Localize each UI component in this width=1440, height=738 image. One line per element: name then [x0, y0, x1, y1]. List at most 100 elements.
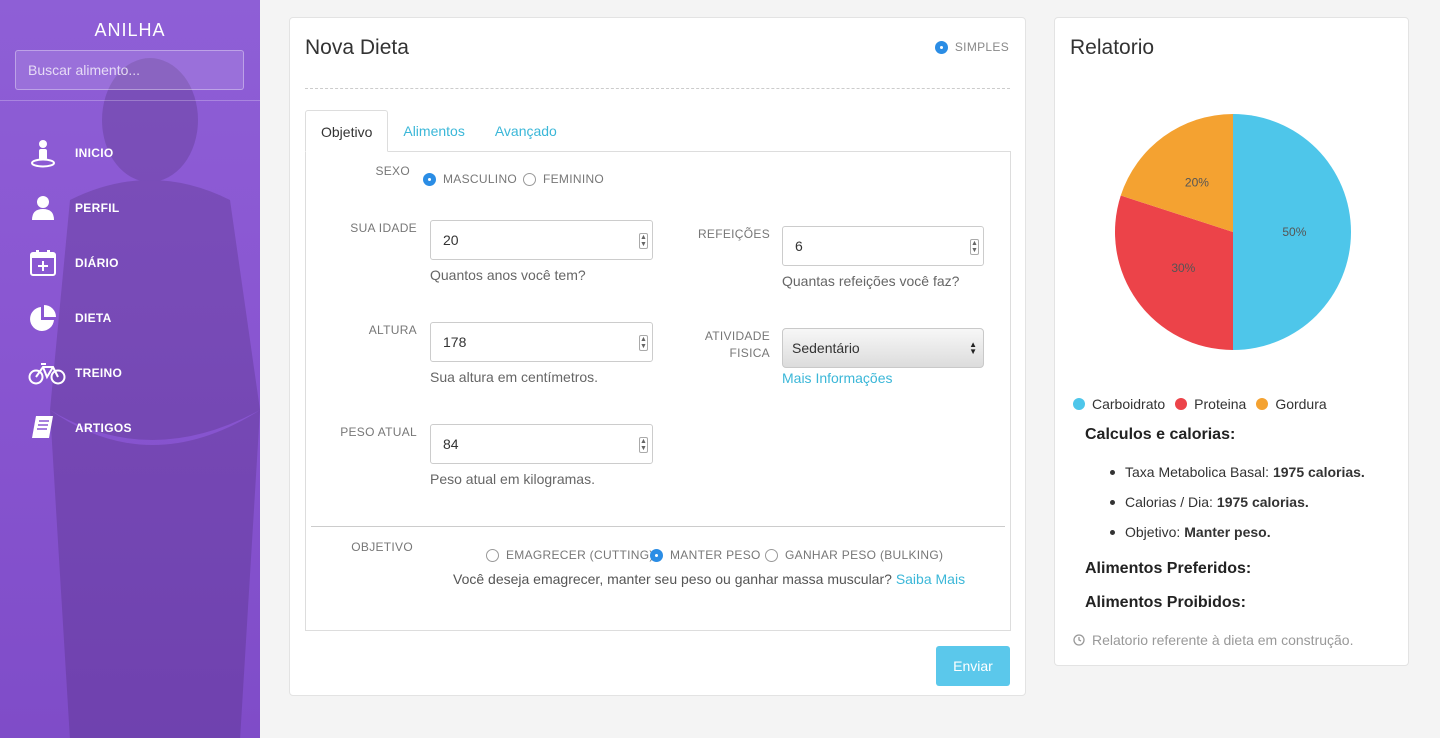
option-label: MASCULINO: [443, 172, 518, 186]
tab-avancado[interactable]: Avançado: [480, 110, 572, 152]
legend-item-proteina: Proteina: [1175, 396, 1246, 412]
sidebar-item-inicio[interactable]: INICIO: [0, 125, 260, 180]
idade-input[interactable]: 20 ▲ ▼: [430, 220, 653, 260]
peso-help: Peso atual em kilogramas.: [430, 471, 595, 487]
search-input[interactable]: [15, 50, 244, 90]
idade-value: 20: [443, 232, 459, 248]
calc-item-calorias-dia: Calorias / Dia: 1975 calorias.: [1110, 494, 1309, 510]
enviar-button[interactable]: Enviar: [936, 646, 1010, 686]
atividade-label-line1: ATIVIDADE: [704, 329, 770, 343]
peso-input[interactable]: 84 ▲ ▼: [430, 424, 653, 464]
calc-item-label: Taxa Metabolica Basal:: [1125, 464, 1269, 480]
peso-value: 84: [443, 436, 459, 452]
calc-item-label: Calorias / Dia:: [1125, 494, 1213, 510]
altura-label: ALTURA: [368, 323, 417, 337]
radio-icon: [423, 172, 436, 186]
pie-label-gordura: 20%: [1185, 175, 1209, 189]
stepper-icon[interactable]: ▲ ▼: [970, 239, 979, 255]
tab-objetivo[interactable]: Objetivo: [305, 110, 389, 152]
legend-label: Gordura: [1275, 396, 1327, 412]
book-icon: [28, 412, 66, 444]
select-caret-icon: ▲ ▼: [969, 340, 977, 356]
sidebar-item-dieta[interactable]: DIETA: [0, 290, 260, 345]
alimentos-proibidos-heading: Alimentos Proibidos:: [1085, 594, 1246, 611]
legend-label: Proteina: [1194, 396, 1247, 412]
sidebar-item-treino[interactable]: TREINO: [0, 345, 260, 400]
chart-legend: Carboidrato Proteina Gordura: [1073, 396, 1329, 412]
atividade-select[interactable]: Sedentário ▲ ▼: [782, 328, 984, 368]
dashed-divider: [305, 88, 1010, 89]
radio-icon: [934, 40, 948, 54]
sexo-masculino-radio[interactable]: MASCULINO: [423, 172, 517, 186]
calc-item-value: 1975 calorias.: [1272, 464, 1365, 480]
refeicoes-help: Quantas refeições você faz?: [782, 273, 960, 289]
objetivo-question: Você deseja emagrecer, manter seu peso o…: [453, 571, 965, 587]
objetivo-manter-radio[interactable]: MANTER PESO: [650, 548, 761, 562]
sidebar-nav: INICIO PERFIL DIÁRIO DIETA TREINO ARTIGO…: [0, 125, 260, 455]
tab-alimentos[interactable]: Alimentos: [388, 110, 479, 152]
user-icon: [28, 192, 66, 224]
option-label: GANHAR PESO (BULKING): [785, 548, 944, 562]
objetivo-question-text: Você deseja emagrecer, manter seu peso o…: [453, 571, 892, 587]
calc-item-objetivo: Objetivo: Manter peso.: [1110, 524, 1271, 540]
radio-icon: [765, 548, 778, 562]
atividade-label-line2: FISICA: [729, 346, 770, 360]
legend-label: Carboidrato: [1092, 396, 1166, 412]
option-label: MANTER PESO: [670, 548, 761, 562]
altura-value: 178: [443, 334, 467, 350]
radio-icon: [486, 548, 499, 562]
sidebar-item-label: DIÁRIO: [75, 255, 119, 270]
sidebar-divider: [0, 100, 260, 101]
idade-help: Quantos anos você tem?: [430, 267, 586, 283]
stepper-icon[interactable]: ▲ ▼: [639, 335, 648, 351]
atividade-label: ATIVIDADE FISICA: [686, 328, 770, 362]
nova-dieta-card: Nova Dieta SIMPLES Objetivo Alimentos Av…: [289, 17, 1026, 696]
relatorio-card: Relatorio 50% 30% 20% Carboidrato Proteina…: [1054, 17, 1409, 666]
sidebar-item-label: DIETA: [75, 310, 112, 325]
saiba-mais-link[interactable]: Saiba Mais: [896, 571, 965, 587]
sidebar-item-diario[interactable]: DIÁRIO: [0, 235, 260, 290]
alimentos-preferidos-heading: Alimentos Preferidos:: [1085, 560, 1252, 577]
calculos-heading: Calculos e calorias:: [1085, 426, 1236, 443]
card-title: Nova Dieta: [305, 36, 409, 59]
calc-item-value: 1975 calorias.: [1216, 494, 1309, 510]
pie-chart-icon: [28, 302, 66, 334]
tab-pane-objetivo: SEXO MASCULINO FEMININO SUA IDADE 20 ▲ ▼ …: [305, 151, 1011, 631]
section-divider: [311, 526, 1005, 527]
idade-label: SUA IDADE: [350, 221, 417, 235]
objetivo-emagrecer-radio[interactable]: EMAGRECER (CUTTING): [486, 548, 654, 562]
refeicoes-value: 6: [795, 238, 803, 254]
objetivo-ganhar-radio[interactable]: GANHAR PESO (BULKING): [765, 548, 943, 562]
relatorio-note-text: Relatorio referente à dieta em construçã…: [1092, 632, 1354, 648]
stepper-icon[interactable]: ▲ ▼: [639, 233, 648, 249]
sidebar-item-label: PERFIL: [75, 200, 120, 215]
sidebar: ANILHA INICIO PERFIL DIÁRIO DIETA: [0, 0, 260, 738]
calc-item-value: Manter peso.: [1184, 524, 1271, 540]
app-brand: ANILHA: [94, 20, 166, 40]
sidebar-item-label: ARTIGOS: [75, 420, 132, 435]
refeicoes-label: REFEIÇÕES: [697, 227, 770, 241]
mais-informacoes-link[interactable]: Mais Informações: [782, 370, 892, 386]
relatorio-note: Relatorio referente à dieta em construçã…: [1073, 632, 1353, 648]
sexo-feminino-radio[interactable]: FEMININO: [523, 172, 604, 186]
sidebar-item-artigos[interactable]: ARTIGOS: [0, 400, 260, 455]
mode-simples-radio[interactable]: SIMPLES: [934, 40, 1009, 54]
macro-pie-chart: 50% 30% 20%: [1115, 114, 1351, 350]
altura-input[interactable]: 178 ▲ ▼: [430, 322, 653, 362]
sidebar-item-perfil[interactable]: PERFIL: [0, 180, 260, 235]
pie-label-proteina: 30%: [1171, 261, 1195, 275]
sexo-label: SEXO: [375, 164, 410, 178]
clock-icon: [1073, 634, 1085, 646]
legend-swatch: [1175, 398, 1188, 410]
legend-item-carboidrato: Carboidrato: [1073, 396, 1165, 412]
card-title: Relatorio: [1070, 36, 1155, 59]
option-label: FEMININO: [543, 172, 605, 186]
objetivo-label: OBJETIVO: [351, 540, 413, 554]
calc-item-label: Objetivo:: [1125, 524, 1181, 540]
legend-swatch: [1073, 398, 1085, 410]
stepper-icon[interactable]: ▲ ▼: [639, 437, 648, 453]
refeicoes-input[interactable]: 6 ▲ ▼: [782, 226, 984, 266]
atividade-value: Sedentário: [792, 340, 860, 356]
calc-item-tmb: Taxa Metabolica Basal: 1975 calorias.: [1110, 464, 1365, 480]
calendar-add-icon: [28, 247, 66, 279]
